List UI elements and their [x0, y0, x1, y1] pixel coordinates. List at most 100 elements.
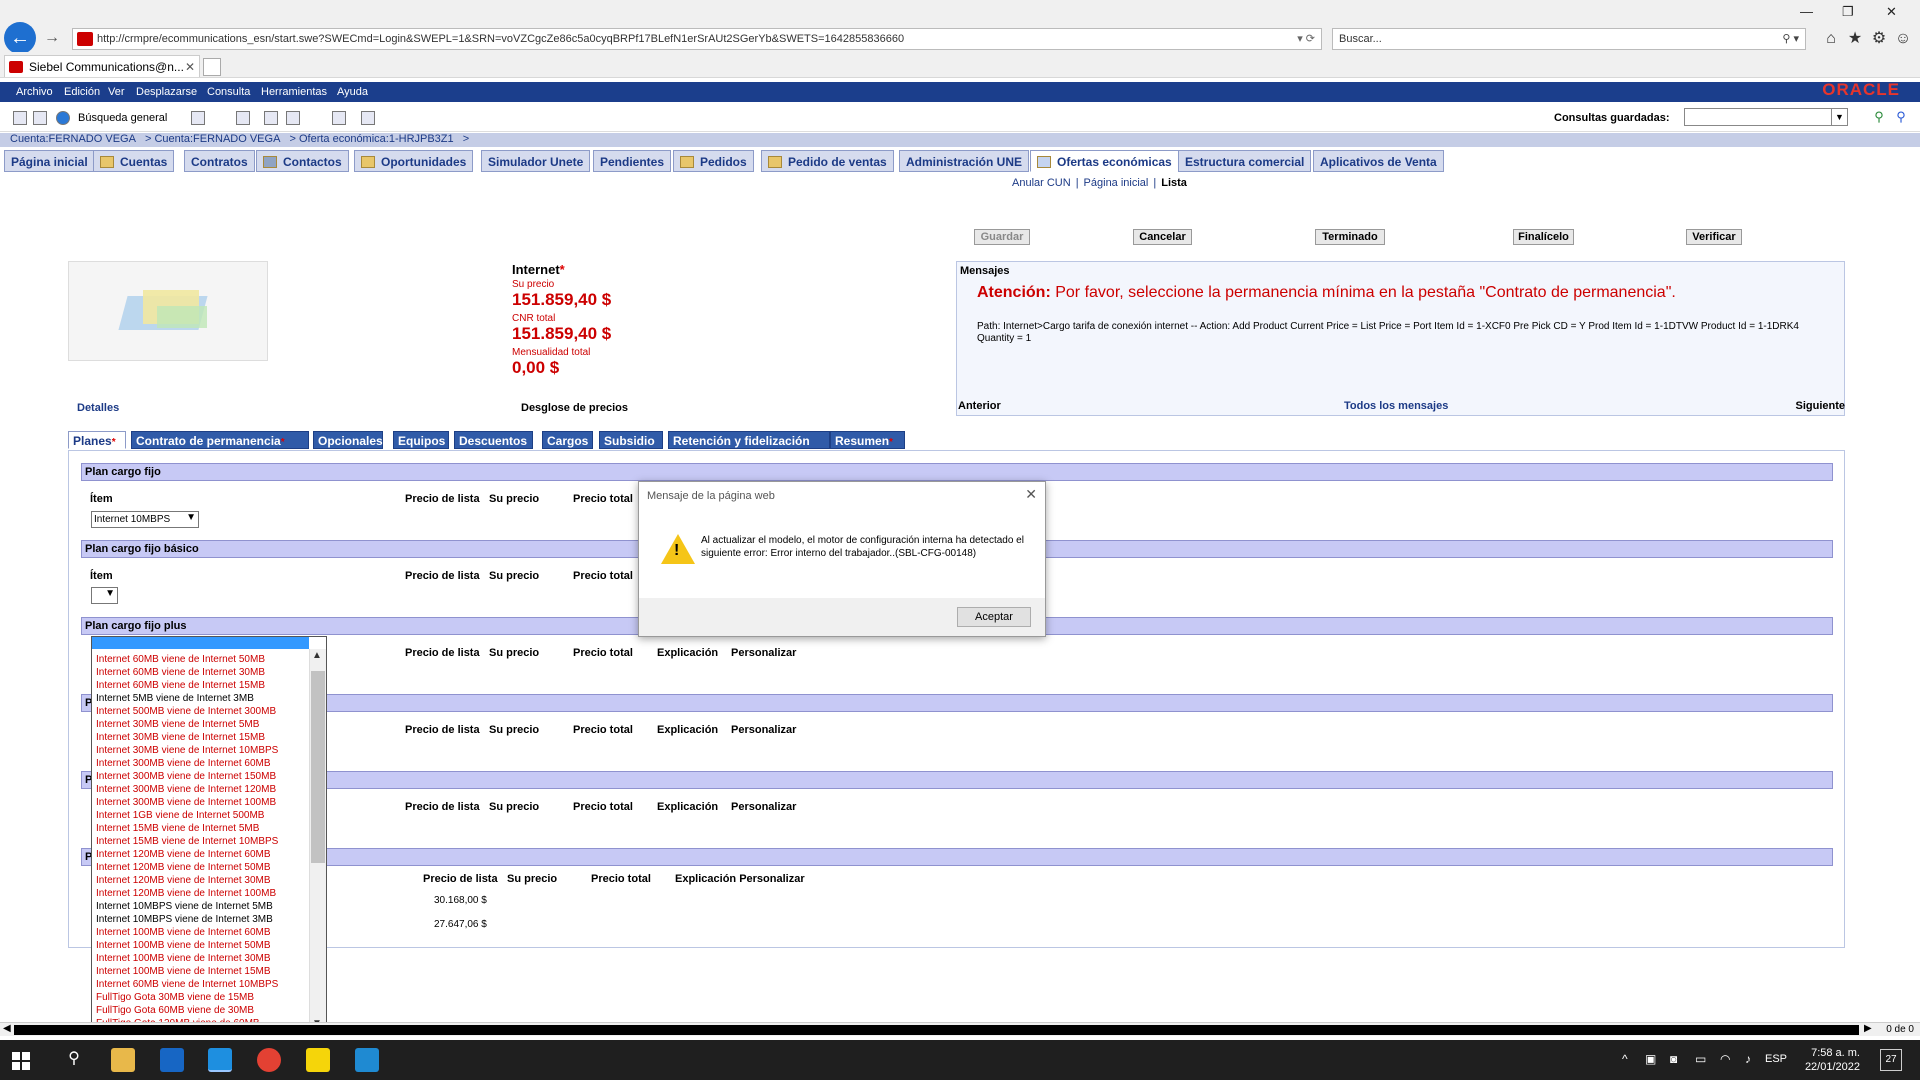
internet-explorer-icon[interactable]	[208, 1048, 232, 1072]
chevron-down-icon[interactable]: ▼	[105, 588, 115, 599]
dropdown-option[interactable]: Internet 30MB viene de Internet 10MBPS	[96, 744, 308, 757]
horizontal-scrollbar[interactable]: ◀ ▶ 0 de 0	[0, 1022, 1920, 1036]
dropdown-option[interactable]: Internet 60MB viene de Internet 50MB	[96, 653, 308, 666]
dropdown-option[interactable]: Internet 300MB viene de Internet 100MB	[96, 796, 308, 809]
forward-button[interactable]: →	[42, 28, 62, 48]
tab-planes[interactable]: Planes*	[68, 431, 126, 449]
dropdown-option[interactable]: Internet 100MB viene de Internet 30MB	[96, 952, 308, 965]
dropdown-option[interactable]: Internet 300MB viene de Internet 60MB	[96, 757, 308, 770]
link-pagina-inicial[interactable]: Página inicial	[1084, 177, 1149, 189]
dropdown-option[interactable]: Internet 60MB viene de Internet 10MBPS	[96, 978, 308, 991]
chevron-up-icon[interactable]: ^	[1622, 1052, 1628, 1066]
tab-administracion-une[interactable]: Administración UNE	[899, 150, 1030, 172]
anterior-link[interactable]: Anterior	[958, 400, 1001, 412]
dropdown-option[interactable]: Internet 100MB viene de Internet 50MB	[96, 939, 308, 952]
language-indicator[interactable]: ESP	[1765, 1053, 1787, 1065]
home-icon[interactable]: ⌂	[1822, 30, 1840, 48]
browser-search-input[interactable]: Buscar... ⚲ ▾	[1332, 28, 1806, 50]
settings-gear-icon[interactable]: ⚙	[1870, 30, 1888, 48]
search-icon[interactable]: ⚲	[62, 1048, 86, 1072]
busqueda-general-label[interactable]: Búsqueda general	[78, 112, 167, 124]
favorites-star-icon[interactable]: ★	[1846, 30, 1864, 48]
smiley-icon[interactable]: ☺	[1894, 30, 1912, 48]
wifi-icon[interactable]: ◠	[1720, 1052, 1730, 1066]
dropdown-option[interactable]: Internet 500MB viene de Internet 300MB	[96, 705, 308, 718]
breadcrumb-item[interactable]: Cuenta:FERNADO VEGA	[10, 133, 136, 145]
breadcrumb-item[interactable]: > Cuenta:FERNADO VEGA	[145, 133, 280, 145]
scroll-right-icon[interactable]: ▶	[1864, 1023, 1872, 1034]
report-icon[interactable]	[286, 111, 300, 125]
chart-icon[interactable]	[361, 111, 375, 125]
desglose-de-precios[interactable]: Desglose de precios	[521, 402, 628, 414]
plan-cargo-fijo-select[interactable]: Internet 10MBPS ▼	[91, 511, 199, 528]
detalles-link[interactable]: Detalles	[77, 402, 119, 414]
tab-oportunidades[interactable]: Oportunidades	[354, 150, 474, 172]
camera-icon[interactable]: ◙	[1670, 1052, 1677, 1066]
menu-herramientas[interactable]: Herramientas	[261, 86, 327, 98]
dropdown-option[interactable]: Internet 30MB viene de Internet 15MB	[96, 731, 308, 744]
close-window-button[interactable]: ✕	[1886, 4, 1897, 20]
menu-edicion[interactable]: Edición	[64, 86, 100, 98]
link-anular-cun[interactable]: Anular CUN	[1012, 177, 1071, 189]
menu-desplazarse[interactable]: Desplazarse	[136, 86, 197, 98]
menu-ver[interactable]: Ver	[108, 86, 125, 98]
plan-dropdown-list[interactable]: Internet 60MB viene de Internet 50MB Inte…	[91, 636, 327, 1032]
dropdown-option[interactable]: Internet 1GB viene de Internet 500MB	[96, 809, 308, 822]
outlook-icon[interactable]	[160, 1048, 184, 1072]
tab-resumen[interactable]: Resumen*	[830, 431, 905, 449]
new-tab-button[interactable]	[203, 58, 221, 76]
dropdown-scrollbar[interactable]: ▲ ▼	[309, 649, 326, 1031]
todos-los-mensajes-link[interactable]: Todos los mensajes	[1344, 400, 1448, 412]
finalicelo-button[interactable]: Finalícelo	[1513, 229, 1574, 245]
tab-simulador-unete[interactable]: Simulador Unete	[481, 150, 591, 172]
dropdown-option[interactable]: Internet 120MB viene de Internet 100MB	[96, 887, 308, 900]
grid-icon[interactable]	[191, 111, 205, 125]
tab-pedido-de-ventas[interactable]: Pedido de ventas	[761, 150, 894, 172]
dropdown-option[interactable]: Internet 10MBPS viene de Internet 5MB	[96, 900, 308, 913]
restore-button[interactable]: ❐	[1842, 4, 1854, 20]
dropdown-option[interactable]: Internet 15MB viene de Internet 5MB	[96, 822, 308, 835]
menu-consulta[interactable]: Consulta	[207, 86, 250, 98]
tab-pedidos[interactable]: Pedidos	[673, 150, 754, 172]
link-lista[interactable]: Lista	[1161, 177, 1187, 189]
terminado-button[interactable]: Terminado	[1315, 229, 1385, 245]
menu-ayuda[interactable]: Ayuda	[337, 86, 368, 98]
scrollbar-thumb[interactable]	[311, 671, 325, 863]
dropdown-option[interactable]: FullTigo Gota 30MB viene de 15MB	[96, 991, 308, 1004]
close-tab-icon[interactable]: ✕	[185, 60, 195, 74]
dropdown-option[interactable]: Internet 60MB viene de Internet 30MB	[96, 666, 308, 679]
browser-tab[interactable]: Siebel Communications@n... ✕	[4, 55, 200, 77]
dropdown-option[interactable]: Internet 5MB viene de Internet 3MB	[96, 692, 308, 705]
chevron-down-icon[interactable]: ▼	[186, 512, 196, 523]
dropdown-option[interactable]: Internet 10MBPS viene de Internet 3MB	[96, 913, 308, 926]
cancelar-button[interactable]: Cancelar	[1133, 229, 1192, 245]
tab-equipos[interactable]: Equipos	[393, 431, 449, 449]
find-icon[interactable]: ⚲	[1872, 110, 1886, 125]
scroll-left-icon[interactable]: ◀	[3, 1023, 11, 1034]
menu-archivo[interactable]: Archivo	[16, 86, 53, 98]
dropdown-option[interactable]: Internet 300MB viene de Internet 120MB	[96, 783, 308, 796]
tab-retencion-y-fidelizacion[interactable]: Retención y fidelización	[668, 431, 830, 449]
tab-contactos[interactable]: Contactos	[256, 150, 349, 172]
dropdown-option[interactable]: Internet 100MB viene de Internet 60MB	[96, 926, 308, 939]
chevron-up-icon[interactable]: ▲	[312, 650, 322, 661]
tab-pagina-inicial[interactable]: Página inicial	[4, 150, 95, 172]
tab-cargos[interactable]: Cargos	[542, 431, 593, 449]
dropdown-option[interactable]: Internet 100MB viene de Internet 15MB	[96, 965, 308, 978]
chrome-icon[interactable]	[257, 1048, 281, 1072]
tab-subsidio[interactable]: Subsidio	[599, 431, 663, 449]
refresh-icon[interactable]: ▾ ⟳	[1297, 32, 1315, 45]
copy-record-icon[interactable]	[33, 111, 47, 125]
tab-pendientes[interactable]: Pendientes	[593, 150, 672, 172]
aceptar-button[interactable]: Aceptar	[957, 607, 1031, 627]
clock[interactable]: 7:58 a. m. 22/01/2022	[1805, 1046, 1860, 1074]
tab-opcionales[interactable]: Opcionales	[313, 431, 383, 449]
chevron-down-icon[interactable]: ▼	[1831, 109, 1847, 125]
tab-estructura-comercial[interactable]: Estructura comercial	[1178, 150, 1312, 172]
file-explorer-icon[interactable]	[111, 1048, 135, 1072]
tab-cuentas[interactable]: Cuentas	[93, 150, 175, 172]
back-button[interactable]: ←	[4, 22, 36, 54]
help-icon[interactable]	[264, 111, 278, 125]
tab-descuentos[interactable]: Descuentos	[454, 431, 533, 449]
volume-icon[interactable]: ♪	[1745, 1052, 1751, 1066]
